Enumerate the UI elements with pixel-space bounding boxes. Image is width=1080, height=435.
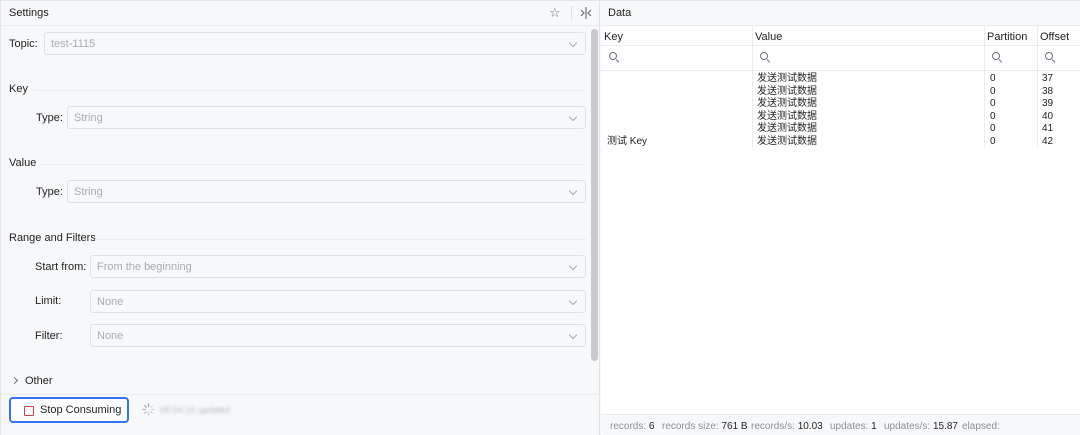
stat-updates-per-second: updates/s: 15.87 [884, 421, 958, 432]
search-icon[interactable] [760, 52, 771, 63]
stat-records-size: records size: 761 B [662, 421, 748, 432]
stop-consuming-label: Stop Consuming [40, 404, 122, 416]
header-divider [571, 6, 572, 21]
cell-value: 发送测试数据 [757, 123, 817, 134]
start-from-label: Start from: [35, 261, 87, 273]
range-section-divider [95, 239, 586, 240]
cell-offset: 41 [1042, 123, 1054, 134]
data-panel: Data Key Value Partition Offset 发送测试数据 0… [601, 1, 1080, 435]
column-header-value[interactable]: Value [755, 31, 782, 43]
column-header-partition[interactable]: Partition [987, 31, 1027, 43]
chevron-down-icon [568, 38, 578, 48]
cell-key: 测试 Key [607, 136, 648, 147]
key-section-title: Key [9, 83, 28, 95]
cell-offset: 39 [1042, 98, 1054, 109]
stat-updates: updates: 1 [830, 421, 877, 432]
cell-partition: 0 [990, 73, 996, 84]
filter-value: None [97, 330, 124, 342]
value-type-label: Type: [36, 186, 63, 198]
stat-records-per-second: records/s: 10.03 [751, 421, 823, 432]
limit-value: None [97, 296, 124, 308]
chevron-down-icon [568, 261, 578, 271]
cell-offset: 42 [1042, 136, 1054, 147]
chevron-down-icon [568, 330, 578, 340]
column-header-offset[interactable]: Offset [1040, 31, 1069, 43]
topic-select[interactable]: test-1115 [44, 32, 586, 55]
key-section-divider [34, 90, 586, 91]
chevron-down-icon [568, 186, 578, 196]
search-icon[interactable] [609, 52, 620, 63]
status-bar: records: 6 records size: 761 B records/s… [601, 414, 1080, 435]
value-type-value: String [74, 186, 103, 198]
key-type-value: String [74, 112, 103, 124]
search-icon[interactable] [1045, 52, 1056, 63]
stop-consuming-button[interactable]: Stop Consuming [9, 397, 129, 423]
cell-partition: 0 [990, 98, 996, 109]
chevron-down-icon [568, 112, 578, 122]
value-type-select[interactable]: String [67, 180, 586, 203]
bottom-divider [1, 394, 600, 395]
stat-elapsed: elapsed: [962, 421, 1000, 432]
data-title: Data [608, 7, 632, 19]
loading-spinner-icon [142, 403, 155, 416]
topic-label: Topic: [9, 38, 38, 50]
column-separator [984, 26, 985, 147]
filter-select[interactable]: None [90, 324, 586, 347]
other-label: Other [25, 375, 53, 387]
column-separator [752, 26, 753, 147]
data-header: Data [601, 1, 1080, 26]
settings-panel: Settings ☆ Topic: test-1115 Key Type: St… [1, 1, 600, 435]
cell-offset: 37 [1042, 73, 1054, 84]
updated-status-text: 09:54:16 updated [160, 405, 231, 415]
settings-header: Settings ☆ [1, 1, 600, 26]
key-type-select[interactable]: String [67, 106, 586, 129]
chevron-down-icon [568, 296, 578, 306]
chevron-right-icon [10, 376, 19, 385]
start-from-select[interactable]: From the beginning [90, 255, 586, 278]
limit-label: Limit: [35, 295, 62, 307]
settings-scrollbar[interactable] [591, 29, 598, 361]
column-header-key[interactable]: Key [604, 31, 623, 43]
stat-records: records: 6 [610, 421, 655, 432]
star-icon[interactable]: ☆ [549, 5, 561, 21]
start-from-value: From the beginning [97, 261, 192, 273]
filter-row-divider [601, 70, 1080, 71]
app-window: Settings ☆ Topic: test-1115 Key Type: St… [0, 0, 1080, 435]
split-panel-icon[interactable] [579, 6, 593, 20]
topic-value: test-1115 [51, 38, 96, 50]
stop-icon [24, 406, 34, 416]
filter-label: Filter: [35, 330, 63, 342]
cell-partition: 0 [990, 123, 996, 134]
settings-title: Settings [9, 7, 49, 19]
limit-select[interactable]: None [90, 290, 586, 313]
range-section-title: Range and Filters [9, 232, 96, 244]
cell-value: 发送测试数据 [757, 98, 817, 109]
cell-partition: 0 [990, 136, 996, 147]
search-icon[interactable] [992, 52, 1003, 63]
value-section-title: Value [9, 157, 37, 169]
header-divider [601, 45, 1080, 46]
key-type-label: Type: [36, 112, 63, 124]
cell-value: 发送测试数据 [757, 73, 817, 84]
column-separator [1037, 26, 1038, 147]
cell-value: 发送测试数据 [757, 136, 817, 147]
value-section-divider [42, 164, 586, 165]
